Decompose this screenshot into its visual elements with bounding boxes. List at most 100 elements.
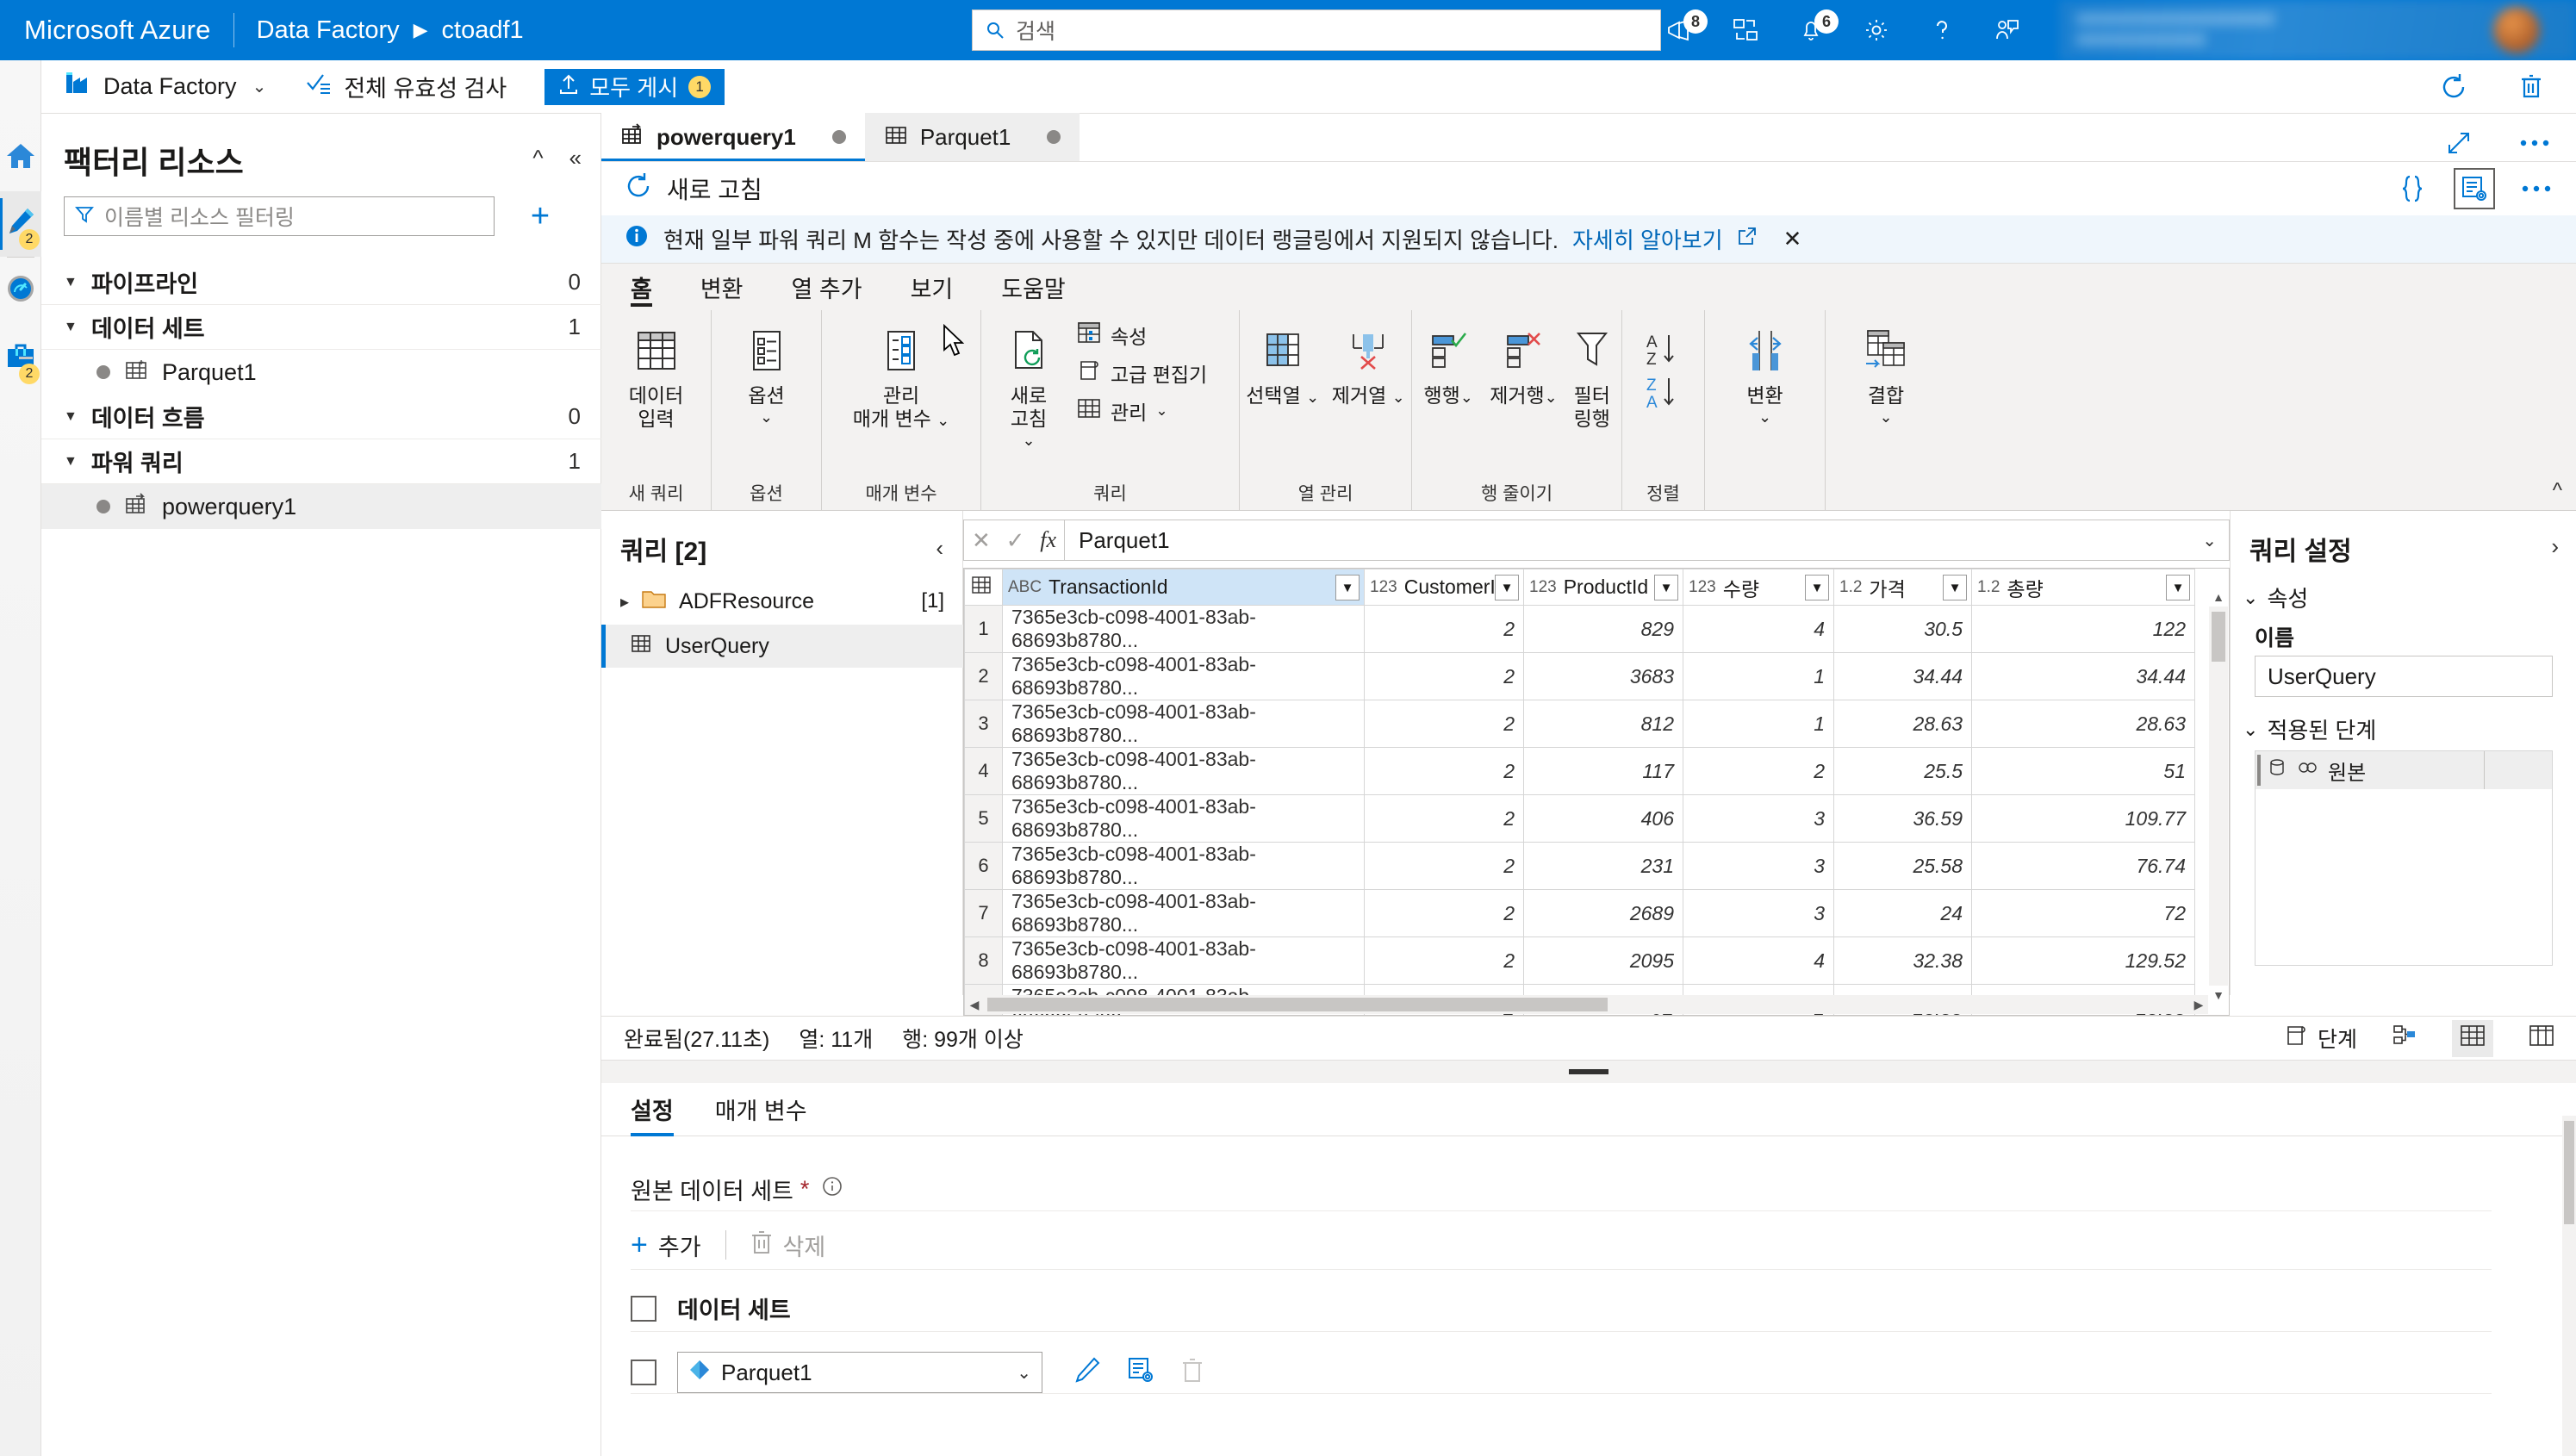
tree-group-dataflows[interactable]: ▼ 데이터 흐름 0	[41, 395, 601, 439]
table-row[interactable]: 4 7365e3cb-c098-4001-83ab-68693b8780... 2 1…	[964, 747, 2195, 795]
ribbon-tab-help[interactable]: 도움말	[977, 264, 1090, 310]
rail-home[interactable]	[0, 126, 41, 191]
grid-horizontal-scrollbar[interactable]: ◀ ▶	[965, 995, 2208, 1014]
notifications-bell-icon[interactable]: 6	[1794, 9, 1839, 47]
data-preview-grid[interactable]: ABC TransactionId ▼ 123 CustomerId ▼ 123	[963, 568, 2230, 1016]
properties-section-header[interactable]: ⌄ 속성	[2243, 582, 2308, 613]
tree-group-pipelines[interactable]: ▼ 파이프라인 0	[41, 260, 601, 305]
add-button[interactable]: + 추가	[631, 1229, 725, 1262]
azure-brand[interactable]: Microsoft Azure	[0, 15, 233, 46]
settings-gear-icon[interactable]	[1859, 13, 1894, 47]
ribbon-tab-add-column[interactable]: 열 추가	[768, 264, 887, 310]
resource-filter-input[interactable]: 이름별 리소스 필터링	[64, 196, 495, 236]
rail-author[interactable]: 2	[0, 191, 41, 257]
scroll-right-icon[interactable]: ▶	[2189, 995, 2208, 1014]
column-header-quantity[interactable]: 123 수량 ▼	[1683, 569, 1834, 606]
applied-steps-section-header[interactable]: ⌄ 적용된 단계	[2243, 713, 2376, 745]
column-filter-dropdown-icon[interactable]: ▼	[1335, 575, 1360, 600]
column-header-price[interactable]: 1.2 가격 ▼	[1833, 569, 1972, 606]
chevron-down-icon[interactable]: ⌄	[1017, 1362, 1031, 1384]
publish-all-button[interactable]: 모두 게시 1	[544, 68, 725, 105]
properties-button[interactable]: 속성	[1076, 320, 1207, 350]
chevron-left-icon[interactable]: ‹	[936, 535, 943, 562]
column-header-transactionid[interactable]: ABC TransactionId ▼	[1002, 569, 1365, 606]
delete-icon[interactable]	[2512, 66, 2554, 108]
query-item-userquery[interactable]: UserQuery	[601, 625, 963, 668]
refresh-preview-button[interactable]: 새로 고침 ⌄	[981, 310, 1076, 448]
applied-step-source[interactable]: 원본	[2256, 751, 2552, 789]
tree-group-powerquery[interactable]: ▼ 파워 쿼리 1	[41, 439, 601, 484]
announcements-icon[interactable]: 8	[1663, 9, 1708, 47]
ribbon-collapse-icon[interactable]: ^	[2553, 479, 2562, 503]
formula-input[interactable]: Parquet1 ⌄	[1065, 520, 2230, 561]
rail-monitor[interactable]	[0, 258, 41, 324]
remove-columns-button[interactable]: 제거열 ⌄	[1327, 310, 1409, 408]
help-question-icon[interactable]	[1925, 13, 1959, 47]
keep-rows-button[interactable]: 행행⌄	[1414, 310, 1483, 408]
remove-rows-button[interactable]: 제거행⌄	[1486, 310, 1560, 408]
table-row[interactable]: 5 7365e3cb-c098-4001-83ab-68693b8780... 2 4…	[964, 794, 2195, 843]
edit-pencil-icon[interactable]	[1073, 1356, 1101, 1390]
select-all-checkbox[interactable]	[631, 1295, 656, 1322]
query-name-input[interactable]: UserQuery	[2255, 656, 2553, 697]
validate-all-button[interactable]: 전체 유효성 검사	[289, 70, 524, 103]
ribbon-tab-home[interactable]: 홈	[601, 264, 676, 310]
chevron-right-icon[interactable]: ▸	[620, 591, 629, 613]
fx-icon[interactable]: fx	[1040, 527, 1056, 553]
row-checkbox[interactable]	[631, 1360, 656, 1385]
close-icon[interactable]: ✕	[1783, 226, 1802, 252]
combine-button[interactable]: 결합 ⌄	[1826, 310, 1946, 425]
table-row[interactable]: 2 7365e3cb-c098-4001-83ab-68693b8780... 2 3…	[964, 652, 2195, 700]
grid-vertical-scrollbar[interactable]: ▲ ▼	[2209, 590, 2228, 1002]
sort-az-za-button[interactable]: A Z Z A	[1622, 310, 1704, 419]
learn-more-link[interactable]: 자세히 알아보기	[1572, 223, 1723, 255]
breadcrumb-data-factory[interactable]: Data Factory	[257, 16, 400, 45]
chevron-down-icon[interactable]: ⌄	[246, 76, 289, 97]
feedback-icon[interactable]	[1990, 13, 2025, 47]
chevron-double-left-icon[interactable]: «	[569, 145, 582, 171]
chevron-down-icon[interactable]: ⌄	[1758, 409, 1771, 425]
tree-group-datasets[interactable]: ▼ 데이터 세트 1	[41, 305, 601, 350]
chevron-down-icon[interactable]: ⌄	[1022, 432, 1035, 448]
properties-icon[interactable]	[2454, 168, 2495, 209]
enter-data-button[interactable]: 데이터 입력	[601, 310, 711, 431]
refresh-icon[interactable]	[2433, 66, 2474, 108]
open-properties-icon[interactable]	[1127, 1356, 1154, 1390]
column-filter-dropdown-icon[interactable]: ▼	[1805, 575, 1829, 600]
data-grid-view-button[interactable]	[2452, 1019, 2493, 1057]
scrollbar-thumb[interactable]	[987, 998, 1608, 1011]
refresh-circular-icon[interactable]	[624, 171, 653, 207]
filter-rows-button[interactable]: 필터 링행	[1565, 310, 1620, 431]
column-filter-dropdown-icon[interactable]: ▼	[2166, 575, 2190, 600]
bottom-panel-scrollbar[interactable]	[2562, 1116, 2576, 1456]
advanced-editor-button[interactable]: 고급 편집기	[1076, 358, 1207, 388]
more-ellipsis-icon[interactable]	[2514, 122, 2555, 164]
rail-manage[interactable]: 2	[0, 326, 41, 391]
table-row[interactable]: 6 7365e3cb-c098-4001-83ab-68693b8780... 2 2…	[964, 842, 2195, 890]
manage-query-button[interactable]: 관리 ⌄	[1076, 396, 1207, 426]
open-in-new-icon[interactable]	[1737, 226, 1758, 252]
choose-columns-button[interactable]: 선택열 ⌄	[1241, 310, 1324, 408]
chevron-right-icon[interactable]: ›	[2551, 533, 2559, 560]
scroll-up-icon[interactable]: ▲	[2209, 588, 2228, 607]
splitter-grip[interactable]	[1569, 1069, 1608, 1074]
scrollbar-thumb[interactable]	[2564, 1121, 2574, 1224]
expand-diagonal-icon[interactable]	[2438, 122, 2480, 164]
scroll-left-icon[interactable]: ◀	[965, 995, 984, 1014]
column-filter-dropdown-icon[interactable]: ▼	[1943, 575, 1967, 600]
chevron-up-icon[interactable]: ^	[532, 145, 543, 171]
tab-parameters[interactable]: 매개 변수	[715, 1083, 807, 1136]
column-header-customerid[interactable]: 123 CustomerId ▼	[1364, 569, 1524, 606]
column-view-button[interactable]	[2528, 1024, 2555, 1054]
column-filter-dropdown-icon[interactable]: ▼	[1654, 575, 1678, 600]
data-factory-selector[interactable]: Data Factory	[64, 71, 246, 103]
tab-parquet1[interactable]: Parquet1	[864, 113, 1080, 161]
table-row[interactable]: 7 7365e3cb-c098-4001-83ab-68693b8780... 2 2…	[964, 889, 2195, 937]
breadcrumb-ctoadf1[interactable]: ctoadf1	[442, 16, 524, 45]
table-row[interactable]: 1 7365e3cb-c098-4001-83ab-68693b8780... 2 8…	[964, 605, 2195, 653]
diagram-view-button[interactable]	[2392, 1024, 2417, 1053]
chevron-down-icon[interactable]: ⌄	[760, 409, 773, 425]
panel-splitter[interactable]	[601, 1061, 2576, 1083]
transform-button[interactable]: 변환 ⌄	[1705, 310, 1825, 425]
ribbon-tab-transform[interactable]: 변환	[676, 264, 768, 310]
